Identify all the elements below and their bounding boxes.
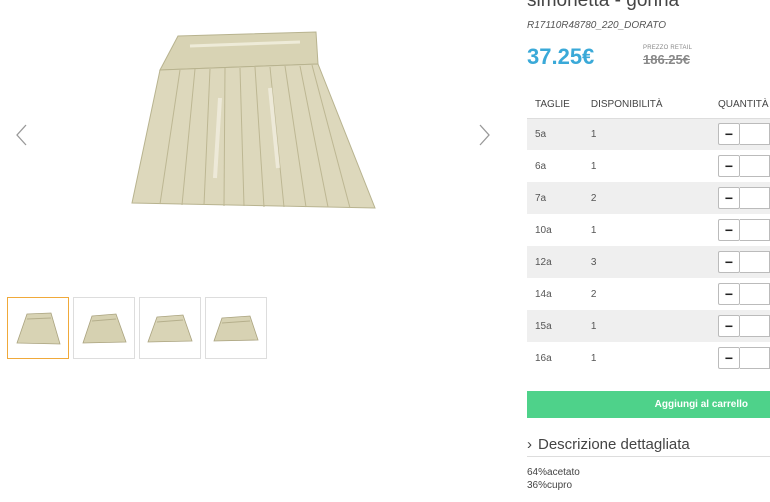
size-cell: 12a <box>527 246 591 278</box>
thumbnail-3[interactable] <box>139 297 201 359</box>
table-row: 14a 2 − <box>527 278 770 310</box>
minus-button[interactable]: − <box>718 315 740 337</box>
size-cell: 15a <box>527 310 591 342</box>
header-quantity: QUANTITÀ <box>718 92 770 119</box>
minus-button[interactable]: − <box>718 219 740 241</box>
chevron-right-icon: › <box>527 436 532 453</box>
size-cell: 6a <box>535 160 547 172</box>
chevron-left-icon[interactable] <box>12 120 32 150</box>
table-row: 10a 1 − <box>527 214 770 246</box>
minus-button[interactable]: − <box>718 251 740 273</box>
retail-price-value: 186.25€ <box>643 52 690 67</box>
quantity-input[interactable] <box>740 187 770 209</box>
size-cell: 5a <box>527 118 591 150</box>
quantity-stepper: − <box>718 155 770 177</box>
size-cell: 14a <box>535 288 552 300</box>
table-row: 12a 3 − <box>527 246 770 278</box>
size-cell: 10a <box>535 224 552 236</box>
thumbnail-4[interactable] <box>205 297 267 359</box>
table-row: 16a 1 − <box>527 342 770 374</box>
thumbnail-strip <box>7 297 267 359</box>
product-sku: R17110R48780_220_DORATO <box>527 20 666 31</box>
quantity-stepper: − <box>718 187 770 209</box>
product-title: simonetta - gonna <box>527 0 680 11</box>
size-table: TAGLIE DISPONIBILITÀ QUANTITÀ 5a 1 − 6a … <box>527 92 770 374</box>
table-row: 15a 1 − <box>527 310 770 342</box>
minus-button[interactable]: − <box>718 123 740 146</box>
availability-cell: 2 <box>590 288 597 300</box>
quantity-input[interactable] <box>740 251 770 273</box>
add-to-cart-button[interactable]: Aggiungi al carrello <box>527 391 770 418</box>
thumbnail-1[interactable] <box>7 297 69 359</box>
description-toggle[interactable]: › Descrizione dettagliata <box>527 433 770 457</box>
quantity-input[interactable] <box>740 315 770 337</box>
availability-cell: 1 <box>590 224 597 236</box>
retail-price-block: PREZZO RETAIL 186.25€ <box>643 45 723 67</box>
quantity-stepper: − <box>718 347 770 369</box>
quantity-input[interactable] <box>740 283 770 305</box>
minus-button[interactable]: − <box>718 187 740 209</box>
product-main-image <box>120 28 380 213</box>
chevron-right-icon[interactable] <box>474 120 494 150</box>
quantity-stepper: − <box>718 219 770 241</box>
quantity-stepper: − <box>718 283 770 305</box>
minus-button[interactable]: − <box>718 347 740 369</box>
quantity-stepper: − <box>718 251 770 273</box>
composition-line: 64%acetato <box>527 467 580 478</box>
retail-price-label: PREZZO RETAIL <box>643 45 693 51</box>
availability-cell: 1 <box>590 310 718 342</box>
table-row: 6a 1 − <box>527 150 770 182</box>
availability-cell: 1 <box>590 118 718 150</box>
product-price: 37.25€ <box>527 44 595 69</box>
header-availability: DISPONIBILITÀ <box>590 92 718 119</box>
header-sizes: TAGLIE <box>527 92 591 119</box>
table-row: 7a 2 − <box>527 182 770 214</box>
description-toggle-label: Descrizione dettagliata <box>538 436 690 453</box>
quantity-stepper: − <box>718 123 770 146</box>
quantity-input[interactable] <box>740 347 770 369</box>
quantity-input[interactable] <box>740 123 770 146</box>
minus-button[interactable]: − <box>718 283 740 305</box>
size-table-header: TAGLIE DISPONIBILITÀ QUANTITÀ <box>527 92 770 119</box>
availability-cell: 1 <box>590 352 597 364</box>
quantity-input[interactable] <box>740 219 770 241</box>
availability-cell: 1 <box>590 160 597 172</box>
quantity-input[interactable] <box>740 155 770 177</box>
size-cell: 16a <box>535 352 552 364</box>
composition-text: 64%acetato 36%cupro <box>527 466 580 492</box>
table-row: 5a 1 − <box>527 118 770 150</box>
thumbnail-2[interactable] <box>73 297 135 359</box>
quantity-stepper: − <box>718 315 770 337</box>
size-cell: 7a <box>527 182 591 214</box>
availability-cell: 2 <box>590 182 718 214</box>
availability-cell: 3 <box>590 246 718 278</box>
minus-button[interactable]: − <box>718 155 740 177</box>
product-gallery <box>0 0 500 380</box>
composition-line: 36%cupro <box>527 480 573 491</box>
